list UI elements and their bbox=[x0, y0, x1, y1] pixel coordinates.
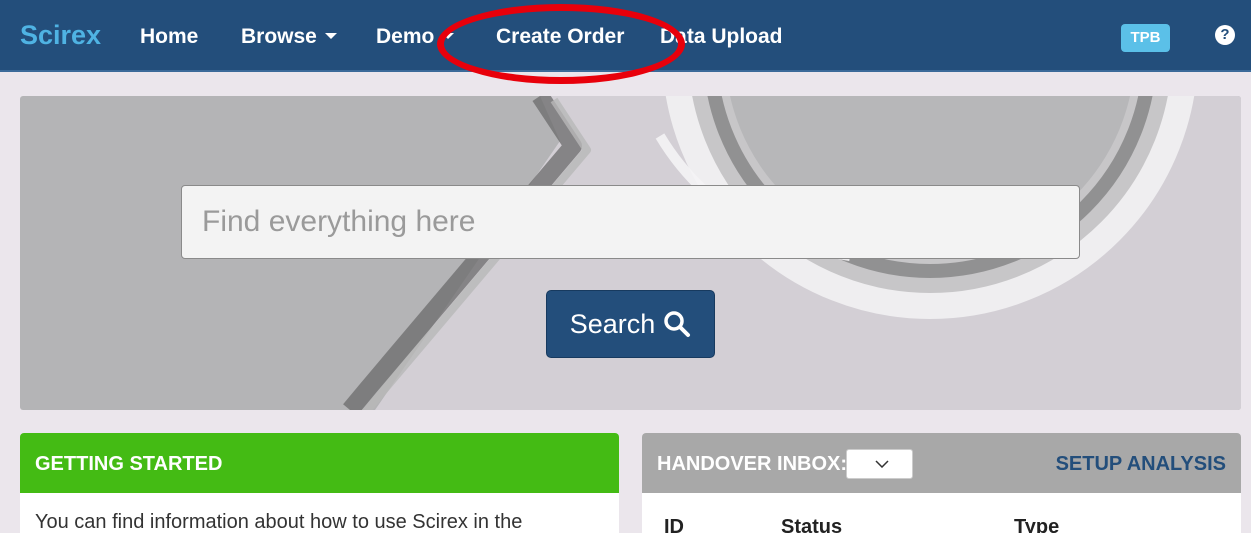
nav-create-order[interactable]: Create Order bbox=[496, 25, 624, 49]
chevron-down-icon bbox=[442, 33, 455, 39]
getting-started-text: You can find information about how to us… bbox=[35, 511, 523, 533]
handover-inbox-header: HANDOVER INBOX: SETUP ANALYSIS bbox=[642, 433, 1241, 493]
nav-home[interactable]: Home bbox=[140, 25, 198, 49]
user-badge[interactable]: TPB bbox=[1121, 24, 1170, 52]
nav-data-upload[interactable]: Data Upload bbox=[660, 25, 783, 49]
chevron-down-icon bbox=[324, 33, 337, 39]
search-input[interactable] bbox=[181, 185, 1080, 259]
nav-demo[interactable]: Demo bbox=[376, 25, 455, 49]
getting-started-panel: GETTING STARTED You can find information… bbox=[20, 433, 619, 533]
brand-logo[interactable]: Scirex bbox=[20, 20, 101, 51]
handover-inbox-panel: HANDOVER INBOX: SETUP ANALYSIS ID Status… bbox=[642, 433, 1241, 533]
handover-inbox-title: HANDOVER INBOX: bbox=[657, 453, 848, 475]
search-button[interactable]: Search bbox=[546, 290, 715, 358]
search-hero: Search bbox=[20, 96, 1241, 410]
chevron-down-icon bbox=[875, 460, 889, 468]
column-header-type[interactable]: Type bbox=[1014, 516, 1059, 533]
top-navbar: Scirex Home Browse Demo Create Order Dat… bbox=[0, 0, 1251, 72]
column-header-id[interactable]: ID bbox=[664, 516, 684, 533]
getting-started-title: GETTING STARTED bbox=[20, 433, 619, 493]
nav-browse-label: Browse bbox=[241, 25, 317, 48]
nav-demo-label: Demo bbox=[376, 25, 435, 48]
handover-inbox-select[interactable] bbox=[846, 449, 913, 479]
column-header-status[interactable]: Status bbox=[781, 516, 842, 533]
search-icon bbox=[664, 311, 691, 337]
nav-browse[interactable]: Browse bbox=[241, 25, 337, 49]
help-icon[interactable]: ? bbox=[1215, 25, 1235, 45]
setup-analysis-link[interactable]: SETUP ANALYSIS bbox=[1056, 453, 1226, 476]
search-button-label: Search bbox=[569, 308, 656, 339]
